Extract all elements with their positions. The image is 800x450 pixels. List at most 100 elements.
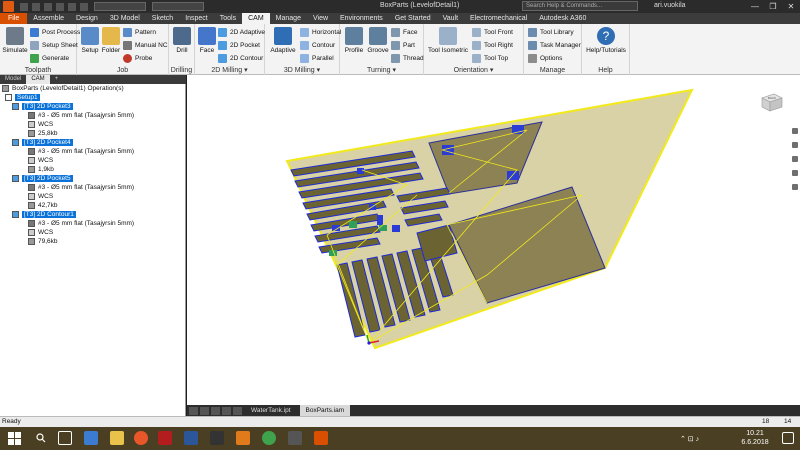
tree-nc-size[interactable]: 79,6kb (28, 238, 58, 245)
task-manager-button[interactable]: Task Manager (528, 41, 581, 50)
document-menu-icon[interactable] (233, 406, 242, 415)
help-tutorials-button[interactable]: ? Help/Tutorials (584, 27, 628, 54)
new-icon[interactable] (20, 2, 28, 11)
eagle-icon[interactable] (236, 431, 250, 445)
tab-file[interactable]: File (0, 13, 28, 24)
tree-tool[interactable]: #3 - Ø5 mm flat (Tasajyrsin 5mm) (28, 184, 134, 191)
tree-operation[interactable]: [T3] 2D Pocket5 (12, 175, 73, 182)
tree-root[interactable]: BoxParts (LevelofDetail1) Operation(s) (2, 85, 124, 92)
tree-operation[interactable]: [T3] 2D Pocket4 (12, 139, 73, 146)
tab-design[interactable]: Design (70, 13, 104, 24)
pattern-button[interactable]: Pattern (123, 28, 156, 37)
groove-button[interactable]: Groove (366, 27, 390, 54)
tab-manage[interactable]: Manage (270, 13, 307, 24)
manual-nc-button[interactable]: Manual NC (123, 41, 168, 50)
undo-icon[interactable] (56, 2, 64, 11)
notifications-icon[interactable] (782, 432, 794, 444)
save-icon[interactable] (44, 2, 52, 11)
2d-contour-button[interactable]: 2D Contour (218, 54, 263, 63)
netflix-icon[interactable] (158, 431, 172, 445)
tab-cam[interactable]: CAM (242, 13, 270, 24)
folder-button[interactable]: Folder (100, 27, 122, 54)
viewcube[interactable]: BACK (760, 92, 784, 112)
2d-pocket-button[interactable]: 2D Pocket (218, 41, 260, 50)
profile-button[interactable]: Profile (343, 27, 365, 54)
tool-library-button[interactable]: Tool Library (528, 28, 574, 37)
tab-electromechanical[interactable]: Electromechanical (464, 13, 533, 24)
orbit-icon[interactable] (792, 170, 798, 176)
2d-adaptive-button[interactable]: 2D Adaptive (218, 28, 265, 37)
tab-environments[interactable]: Environments (334, 13, 389, 24)
tool-top-button[interactable]: Tool Top (472, 54, 508, 63)
part-button[interactable]: Part (391, 41, 415, 50)
open-icon[interactable] (32, 2, 40, 11)
doctab-boxparts[interactable]: BoxParts.iam (299, 405, 351, 416)
tree-wcs[interactable]: WCS (28, 229, 53, 236)
help-search-input[interactable]: Search Help & Commands... (522, 1, 638, 11)
tree-tool[interactable]: #3 - Ø5 mm flat (Tasajyrsin 5mm) (28, 112, 134, 119)
tile-vertical-icon[interactable] (200, 406, 209, 415)
file-explorer-icon[interactable] (110, 431, 124, 445)
tool-front-button[interactable]: Tool Front (472, 28, 513, 37)
post-process-button[interactable]: Post Process (30, 28, 80, 37)
edge-browser-icon[interactable] (84, 431, 98, 445)
tree-operation[interactable]: [T3] 2D Pocket3 (12, 103, 73, 110)
tab-inspect[interactable]: Inspect (179, 13, 214, 24)
tree-tool[interactable]: #3 - Ø5 mm flat (Tasajyrsin 5mm) (28, 220, 134, 227)
tab-autodesk-a360[interactable]: Autodesk A360 (533, 13, 592, 24)
options-button[interactable]: Options (528, 54, 562, 63)
tab-tools[interactable]: Tools (214, 13, 242, 24)
tree-wcs[interactable]: WCS (28, 121, 53, 128)
tab-assemble[interactable]: Assemble (27, 13, 70, 24)
arrange-icon[interactable] (222, 406, 231, 415)
app-icon[interactable] (288, 431, 302, 445)
zoom-icon[interactable] (792, 156, 798, 162)
tree-operation[interactable]: [T3] 2D Contour1 (12, 211, 76, 218)
drill-button[interactable]: Drill (172, 27, 192, 54)
turning-face-button[interactable]: Face (391, 28, 417, 37)
face-milling-button[interactable]: Face (198, 27, 216, 54)
browser-add-tab-button[interactable]: + (50, 75, 64, 84)
setup-button[interactable]: Setup (80, 27, 100, 54)
chrome-icon[interactable] (262, 431, 276, 445)
clock[interactable]: 10.21 6.6.2018 (740, 429, 770, 447)
appearance-select[interactable] (152, 2, 204, 11)
home-icon[interactable] (80, 2, 88, 11)
pan-icon[interactable] (792, 142, 798, 148)
redo-icon[interactable] (68, 2, 76, 11)
contour-button[interactable]: Contour (300, 41, 335, 50)
tab-view[interactable]: View (307, 13, 334, 24)
browser-tab-model[interactable]: Model (0, 75, 26, 84)
task-view-icon[interactable] (58, 431, 72, 445)
app-icon[interactable] (210, 431, 224, 445)
material-select[interactable] (94, 2, 146, 11)
cascade-icon[interactable] (211, 406, 220, 415)
horizontal-button[interactable]: Horizontal (300, 28, 341, 37)
tree-setup[interactable]: Setup1 (5, 94, 40, 101)
setup-sheet-button[interactable]: Setup Sheet (30, 41, 78, 50)
firefox-icon[interactable] (134, 431, 148, 445)
look-at-icon[interactable] (792, 184, 798, 190)
word-icon[interactable] (184, 431, 198, 445)
system-tray[interactable]: ⌃ ⊡ ♪ (680, 435, 699, 443)
tree-nc-size[interactable]: 42,7kb (28, 202, 58, 209)
restore-button[interactable]: ❐ (764, 0, 782, 13)
inventor-icon[interactable] (314, 431, 328, 445)
user-name[interactable]: ari.vuokila (654, 2, 686, 9)
tree-wcs[interactable]: WCS (28, 157, 53, 164)
tab-3d-model[interactable]: 3D Model (104, 13, 146, 24)
tree-nc-size[interactable]: 1,9kb (28, 166, 54, 173)
tool-isometric-button[interactable]: Tool Isometric (427, 27, 469, 54)
tree-tool[interactable]: #3 - Ø5 mm flat (Tasajyrsin 5mm) (28, 148, 134, 155)
generate-button[interactable]: Generate (30, 54, 69, 63)
adaptive-button[interactable]: Adaptive (268, 27, 298, 54)
simulate-button[interactable]: Simulate (2, 27, 28, 54)
graphics-viewport[interactable] (187, 75, 800, 405)
close-button[interactable]: ✕ (782, 0, 800, 13)
windows-start-icon[interactable] (8, 432, 21, 445)
tool-right-button[interactable]: Tool Right (472, 41, 513, 50)
tree-nc-size[interactable]: 25,8kb (28, 130, 58, 137)
parallel-button[interactable]: Parallel (300, 54, 334, 63)
tab-sketch[interactable]: Sketch (146, 13, 179, 24)
tree-wcs[interactable]: WCS (28, 193, 53, 200)
